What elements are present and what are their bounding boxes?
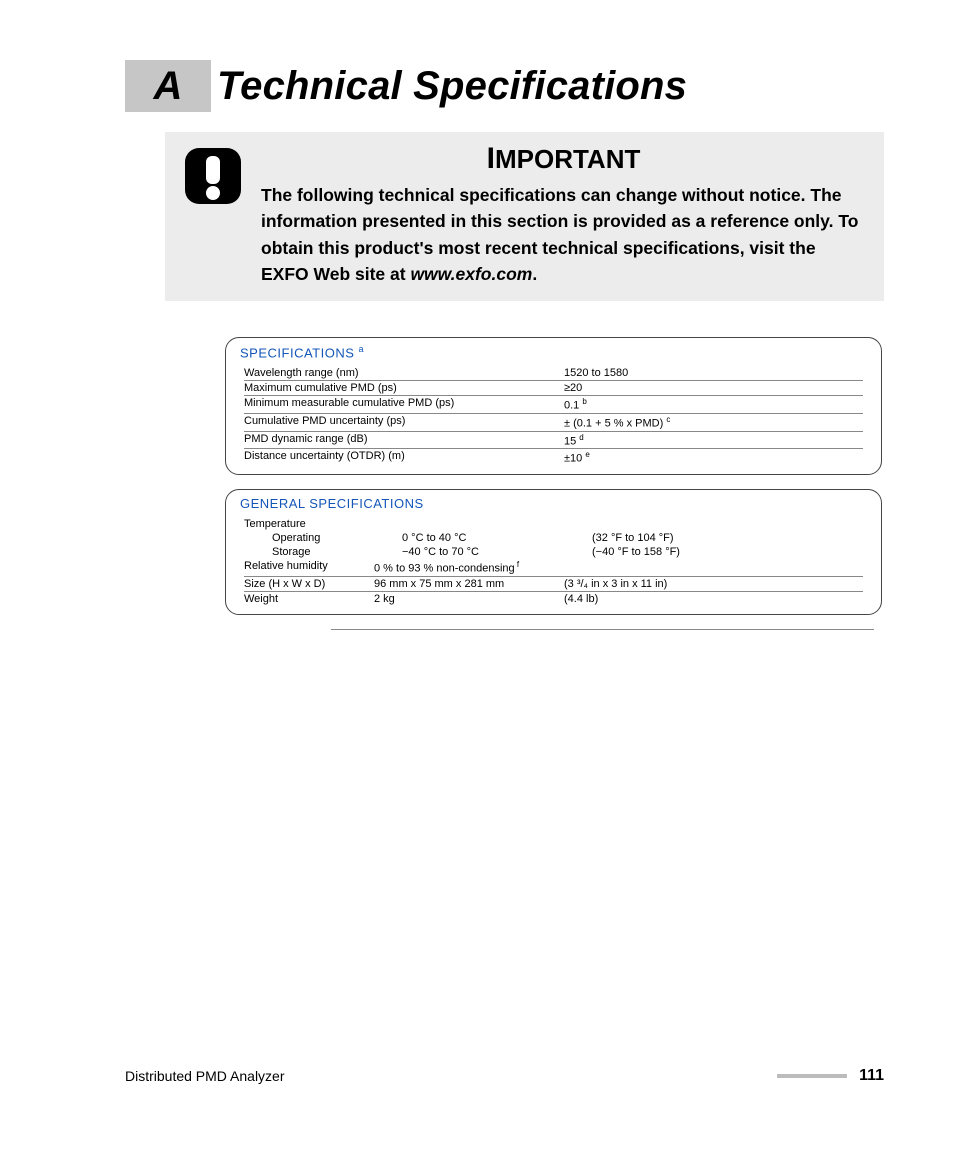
spec-table-title: SPECIFICATIONS a <box>240 344 869 360</box>
page-footer: Distributed PMD Analyzer 111 <box>125 1067 884 1085</box>
table-row: Temperature <box>244 517 863 531</box>
table-row: PMD dynamic range (dB)15 d <box>244 432 863 450</box>
important-text: The following technical specifications c… <box>261 182 866 287</box>
divider <box>331 629 874 630</box>
spec-rows: Wavelength range (nm)1520 to 1580Maximum… <box>238 366 869 466</box>
table-row: Distance uncertainty (OTDR) (m)±10 e <box>244 449 863 466</box>
table-row: Wavelength range (nm)1520 to 1580 <box>244 366 863 381</box>
important-icon <box>183 142 243 287</box>
table-row: Storage−40 °C to 70 °C(−40 °F to 158 °F) <box>244 545 863 559</box>
important-callout: IMPORTANT The following technical specif… <box>165 132 884 301</box>
table-row: Minimum measurable cumulative PMD (ps)0.… <box>244 396 863 414</box>
table-row: Weight2 kg(4.4 lb) <box>244 592 863 606</box>
page-heading: A Technical Specifications <box>125 60 884 112</box>
footer-bar <box>777 1074 847 1078</box>
table-row: Relative humidity0 % to 93 % non-condens… <box>244 559 863 577</box>
general-specifications-table: GENERAL SPECIFICATIONS Temperature Opera… <box>225 489 882 615</box>
specifications-table: SPECIFICATIONS a Wavelength range (nm)15… <box>225 337 882 475</box>
page-title: Technical Specifications <box>217 64 687 109</box>
table-row: Cumulative PMD uncertainty (ps)± (0.1 + … <box>244 414 863 432</box>
table-row: Size (H x W x D)96 mm x 75 mm x 281 mm(3… <box>244 577 863 592</box>
table-row: Operating0 °C to 40 °C(32 °F to 104 °F) <box>244 531 863 545</box>
appendix-badge: A <box>125 60 211 112</box>
table-row: Maximum cumulative PMD (ps)≥20 <box>244 381 863 396</box>
important-heading: IMPORTANT <box>261 142 866 176</box>
page-number: 111 <box>859 1067 884 1085</box>
spec-table-title: GENERAL SPECIFICATIONS <box>240 496 869 511</box>
footer-doc-title: Distributed PMD Analyzer <box>125 1068 777 1084</box>
